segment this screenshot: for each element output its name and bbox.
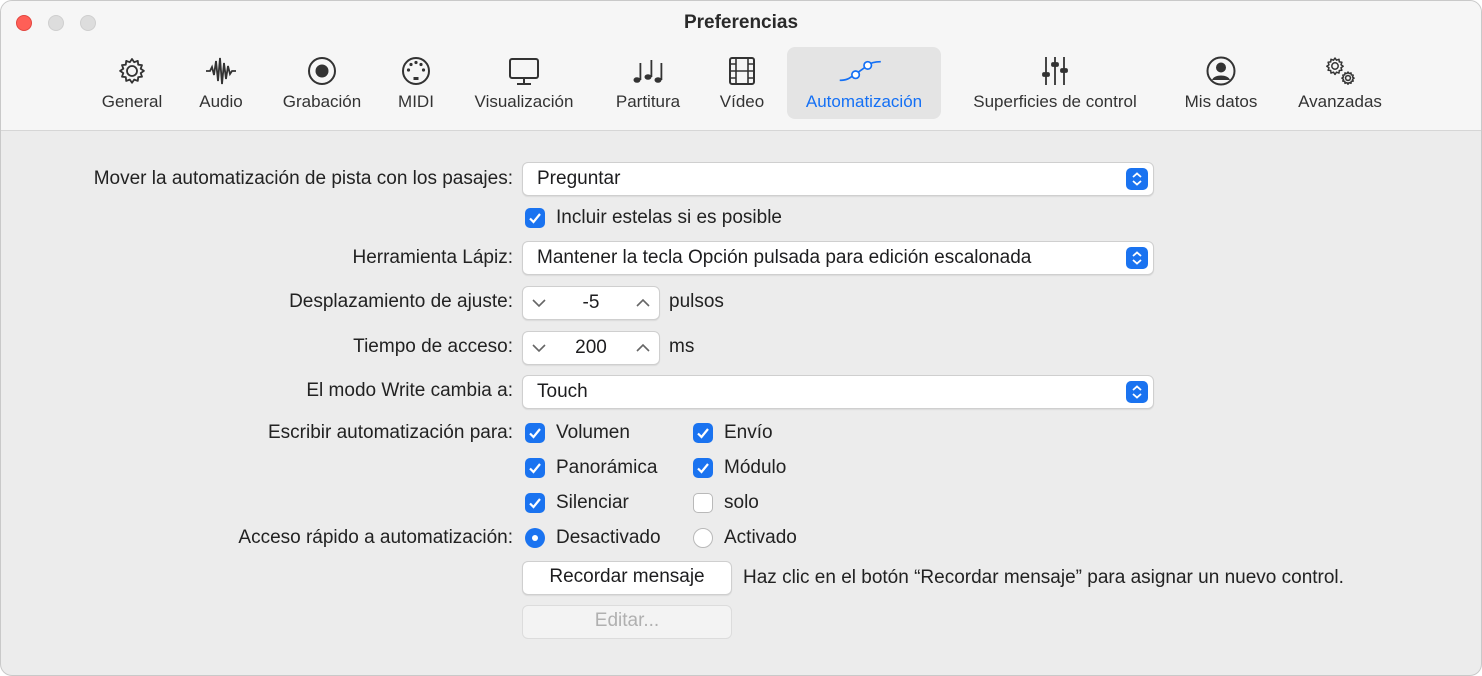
window-title: Preferencias: [683, 12, 799, 33]
sliders-icon: [951, 55, 1159, 87]
pencil-tool-label: Herramienta Lápiz:: [352, 247, 513, 268]
tab-partitura[interactable]: Partitura: [601, 47, 695, 119]
write-mode-label: El modo Write cambia a:: [306, 380, 513, 401]
tab-avanzadas-label: Avanzadas: [1298, 92, 1382, 111]
tab-grabacion[interactable]: Grabación: [270, 47, 374, 119]
move-automation-value: Preguntar: [537, 168, 621, 189]
tab-superficies-label: Superficies de control: [973, 92, 1137, 111]
pencil-tool-value: Mantener la tecla Opción pulsada para ed…: [537, 247, 1032, 268]
tab-visualizacion[interactable]: Visualización: [461, 47, 587, 119]
tab-midi-label: MIDI: [398, 92, 434, 111]
gears-icon: [1285, 55, 1395, 87]
film-icon: [709, 55, 775, 87]
tab-mis-datos[interactable]: Mis datos: [1171, 47, 1271, 119]
plugin-label: Módulo: [724, 457, 787, 478]
volume-label: Volumen: [556, 422, 630, 443]
ramp-time-stepper[interactable]: 200: [522, 331, 660, 365]
checkmark-icon: [529, 498, 541, 509]
learn-hint-text: Haz clic en el botón “Recordar mensaje” …: [743, 567, 1344, 588]
tab-avanzadas[interactable]: Avanzadas: [1285, 47, 1395, 119]
chevron-up-icon[interactable]: [635, 340, 651, 356]
toolbar: Preferencias General Audio Grabación MID…: [1, 1, 1481, 131]
checkmark-icon: [529, 428, 541, 439]
write-mode-popup[interactable]: Touch: [522, 375, 1154, 409]
quick-access-off-radio[interactable]: [525, 528, 545, 548]
tab-audio[interactable]: Audio: [188, 47, 254, 119]
checkmark-icon: [529, 463, 541, 474]
chevron-up-icon[interactable]: [635, 295, 651, 311]
volume-checkbox[interactable]: [525, 423, 545, 443]
pencil-tool-popup[interactable]: Mantener la tecla Opción pulsada para ed…: [522, 241, 1154, 275]
popup-chevrons-icon: [1126, 247, 1148, 269]
ramp-time-label: Tiempo de acceso:: [353, 336, 513, 357]
tab-general[interactable]: General: [88, 47, 176, 119]
include-trails-checkbox[interactable]: [525, 208, 545, 228]
snap-offset-unit: pulsos: [669, 291, 724, 312]
pan-checkbox[interactable]: [525, 458, 545, 478]
pan-label: Panorámica: [556, 457, 658, 478]
quick-access-on-radio[interactable]: [693, 528, 713, 548]
tab-grabacion-label: Grabación: [282, 92, 362, 111]
tab-superficies-de-control[interactable]: Superficies de control: [951, 47, 1159, 119]
tab-automatizacion[interactable]: Automatización: [787, 47, 941, 119]
popup-chevrons-icon: [1126, 381, 1148, 403]
midi-connector-icon: [386, 55, 446, 87]
snap-offset-value[interactable]: -5: [553, 292, 629, 314]
person-icon: [1171, 55, 1271, 87]
tab-partitura-label: Partitura: [615, 92, 681, 111]
write-automation-label: Escribir automatización para:: [268, 422, 513, 443]
tab-mis-datos-label: Mis datos: [1184, 92, 1258, 111]
automation-curve-icon: [787, 55, 941, 87]
chevron-down-icon[interactable]: [531, 295, 547, 311]
preferences-window: Preferencias General Audio Grabación MID…: [0, 0, 1482, 676]
snap-offset-label: Desplazamiento de ajuste:: [289, 291, 513, 312]
move-automation-popup[interactable]: Preguntar: [522, 162, 1154, 196]
solo-label: solo: [724, 492, 759, 513]
chevron-down-icon[interactable]: [531, 340, 547, 356]
music-notes-icon: [601, 55, 695, 87]
learn-message-button[interactable]: Recordar mensaje: [522, 561, 732, 595]
solo-checkbox[interactable]: [693, 493, 713, 513]
send-checkbox[interactable]: [693, 423, 713, 443]
send-label: Envío: [724, 422, 773, 443]
popup-chevrons-icon: [1126, 168, 1148, 190]
tab-midi[interactable]: MIDI: [386, 47, 446, 119]
snap-offset-stepper[interactable]: -5: [522, 286, 660, 320]
record-icon: [270, 55, 374, 87]
tab-video[interactable]: Vídeo: [709, 47, 775, 119]
mute-checkbox[interactable]: [525, 493, 545, 513]
edit-button[interactable]: Editar...: [522, 605, 732, 639]
monitor-icon: [461, 55, 587, 87]
write-mode-value: Touch: [537, 381, 588, 402]
ramp-time-value[interactable]: 200: [553, 337, 629, 359]
mute-label: Silenciar: [556, 492, 629, 513]
include-trails-label: Incluir estelas si es posible: [556, 207, 782, 228]
checkmark-icon: [697, 428, 709, 439]
plugin-checkbox[interactable]: [693, 458, 713, 478]
tab-visualizacion-label: Visualización: [474, 92, 574, 111]
tab-automatizacion-label: Automatización: [805, 92, 923, 111]
quick-access-on-label: Activado: [724, 527, 797, 548]
checkmark-icon: [697, 463, 709, 474]
move-automation-label: Mover la automatización de pista con los…: [93, 168, 513, 189]
waveform-icon: [188, 55, 254, 87]
tab-video-label: Vídeo: [719, 92, 765, 111]
quick-access-label: Acceso rápido a automatización:: [238, 527, 513, 548]
gear-icon: [88, 55, 176, 87]
quick-access-off-label: Desactivado: [556, 527, 661, 548]
tab-audio-label: Audio: [199, 92, 243, 111]
ramp-time-unit: ms: [669, 336, 695, 357]
tab-general-label: General: [101, 92, 163, 111]
checkmark-icon: [529, 213, 541, 224]
